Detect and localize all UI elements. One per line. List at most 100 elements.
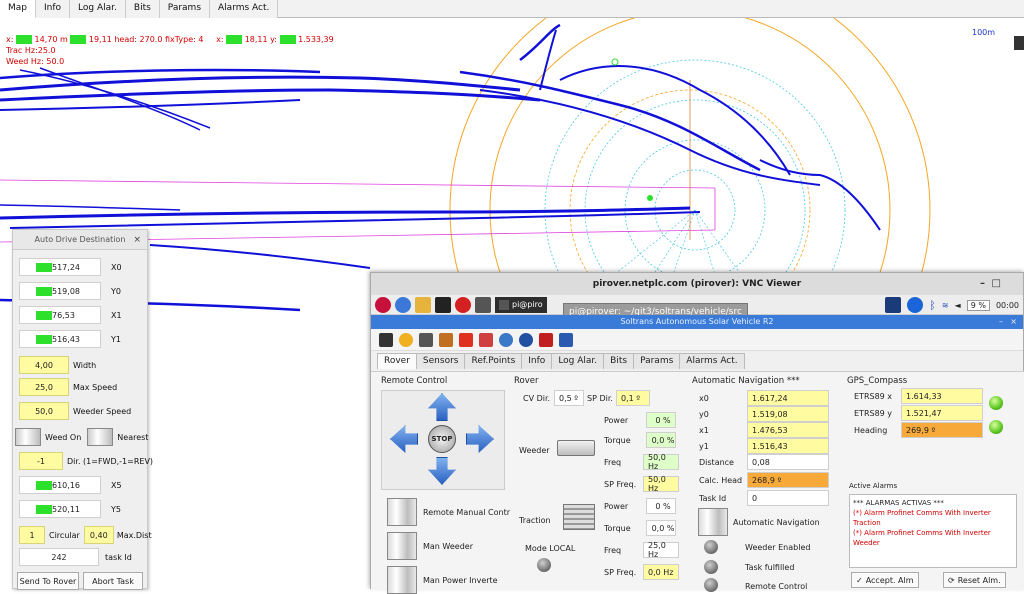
stop-button[interactable]: STOP [428, 425, 456, 453]
weeder-power-value: 0 % [646, 412, 676, 428]
nav-y0-input[interactable]: 1.519,08 [747, 406, 829, 422]
remote-control-led [704, 578, 718, 592]
arrow-down-icon[interactable] [428, 457, 456, 485]
nav-x1-input[interactable]: 1.476,53 [747, 422, 829, 438]
calendar-icon[interactable] [479, 332, 493, 347]
close-icon[interactable]: × [133, 230, 141, 250]
tab-params[interactable]: Params [633, 353, 681, 369]
arrow-up-icon[interactable] [428, 393, 456, 421]
weeder-sp-freq-input[interactable]: 50,0 Hz [643, 475, 679, 493]
tab-bits[interactable]: Bits [125, 0, 160, 18]
max-dist-field[interactable]: 0,40 [83, 526, 114, 544]
terminal-task-button[interactable]: pi@piro [495, 296, 547, 313]
man-power-toggle[interactable] [387, 566, 417, 594]
abort-task-button[interactable]: Abort Task [83, 572, 143, 590]
cpu-monitor: 9 % [966, 299, 990, 311]
redacted-block [70, 35, 87, 44]
minimize-icon[interactable]: – [980, 273, 985, 295]
sp-dir-input[interactable]: 0,1 º [616, 390, 650, 406]
man-weeder-label: Man Weeder [423, 542, 473, 551]
row-weeder-speed: 50,0 Weeder Speed [19, 402, 131, 420]
nav-x0-input[interactable]: 1.617,24 [747, 390, 829, 406]
weeder-torque-value: 0,0 % [646, 432, 676, 448]
autonav-title: Automatic Navigation *** [692, 376, 800, 386]
weeder-speed-field[interactable]: 50,0 [19, 402, 69, 420]
max-speed-field[interactable]: 25,0 [19, 378, 69, 396]
tab-rover[interactable]: Rover [377, 353, 417, 369]
weeder-image [557, 440, 595, 456]
tab-log-alar[interactable]: Log Alar. [70, 0, 126, 18]
task-id-field[interactable]: 242 [19, 548, 99, 566]
globe-icon[interactable] [519, 332, 533, 347]
volume-icon[interactable]: ◄ [955, 301, 961, 310]
weed-on-toggle[interactable] [15, 428, 41, 446]
vnc-tray-icon[interactable] [885, 297, 902, 313]
traction-torque-label: Torque [604, 524, 631, 533]
dir-field[interactable]: -1 [19, 452, 63, 470]
weeder-freq-value: 50,0 Hz [643, 453, 679, 471]
alarm-icon[interactable] [539, 332, 553, 347]
x0-field[interactable]: 517,24 [19, 258, 101, 276]
auto-drive-dialog: Auto Drive Destination × 517,24 X0 519,0… [12, 229, 153, 590]
auto-nav-toggle[interactable] [698, 508, 728, 536]
weeder-power-label: Power [604, 416, 629, 425]
nav-y1-input[interactable]: 1.516,43 [747, 438, 829, 454]
tab-params[interactable]: Params [159, 0, 211, 18]
reset-alarm-button[interactable]: ⟳ Reset Alm. [943, 572, 1006, 588]
raspberry-icon[interactable] [375, 296, 391, 313]
y0-field[interactable]: 519,08 [19, 282, 101, 300]
weeder-freq-label: Freq [604, 458, 622, 467]
folder-icon[interactable] [415, 296, 431, 313]
app-minimize-icon[interactable]: – [999, 315, 1003, 329]
y5-field[interactable]: 520,11 [19, 500, 101, 518]
x1-field[interactable]: 76,53 [19, 306, 101, 324]
nav-y0-label: y0 [699, 410, 709, 419]
width-field[interactable]: 4,00 [19, 356, 69, 374]
user-icon[interactable] [399, 332, 413, 347]
tab-ref-points[interactable]: Ref.Points [464, 353, 523, 369]
wifi-icon[interactable]: ≋ [942, 301, 949, 310]
maximize-icon[interactable]: □ [992, 273, 1001, 295]
info-icon[interactable] [559, 332, 573, 347]
arrow-left-icon[interactable] [390, 425, 418, 453]
traction-sp-freq-input[interactable]: 0,0 Hz [643, 564, 679, 580]
nearest-toggle[interactable] [87, 428, 114, 446]
check-icon: ✓ [856, 575, 863, 585]
wolfram-icon[interactable] [455, 296, 471, 313]
nav-task-id-value: 0 [747, 490, 829, 506]
tab-sensors[interactable]: Sensors [415, 353, 466, 369]
weeder-enabled-label: Weeder Enabled [745, 543, 811, 552]
layers-icon[interactable] [1014, 36, 1024, 50]
arrow-right-icon[interactable] [466, 425, 494, 453]
app-close-icon[interactable]: × [1010, 315, 1017, 329]
key-icon[interactable] [419, 332, 433, 347]
row-x5: 610,16 X5 [19, 476, 122, 494]
remote-manual-toggle[interactable] [387, 498, 417, 526]
tab-info[interactable]: Info [36, 0, 71, 18]
network-icon[interactable] [907, 297, 924, 313]
monitor-icon[interactable] [379, 332, 393, 347]
browser-icon[interactable] [395, 296, 411, 313]
tab-log-alar[interactable]: Log Alar. [551, 353, 605, 369]
remote-control-label: Remote Control [745, 582, 808, 591]
accept-alarm-button[interactable]: ✓ Accept. Alm [851, 572, 919, 588]
circular-field[interactable]: 1 [19, 526, 45, 544]
terminal2-icon[interactable] [475, 296, 491, 313]
man-weeder-toggle[interactable] [387, 532, 417, 560]
tab-map[interactable]: Map [0, 0, 36, 18]
x5-field[interactable]: 610,16 [19, 476, 101, 494]
active-alarms-title: Active Alarms [849, 482, 898, 490]
tab-info[interactable]: Info [521, 353, 553, 369]
tab-alarms-act[interactable]: Alarms Act. [210, 0, 279, 18]
send-to-rover-button[interactable]: Send To Rover [17, 572, 79, 590]
terminal-icon[interactable] [435, 296, 451, 313]
tab-bits[interactable]: Bits [603, 353, 635, 369]
y1-field[interactable]: 516,43 [19, 330, 101, 348]
chart-icon[interactable] [459, 332, 473, 347]
help-icon[interactable] [499, 332, 513, 347]
tools-icon[interactable] [439, 332, 453, 347]
tab-alarms-act[interactable]: Alarms Act. [679, 353, 745, 369]
task-fulfilled-led [704, 560, 718, 574]
bluetooth-icon[interactable]: ᛒ [929, 299, 936, 312]
redacted-block [36, 481, 52, 490]
